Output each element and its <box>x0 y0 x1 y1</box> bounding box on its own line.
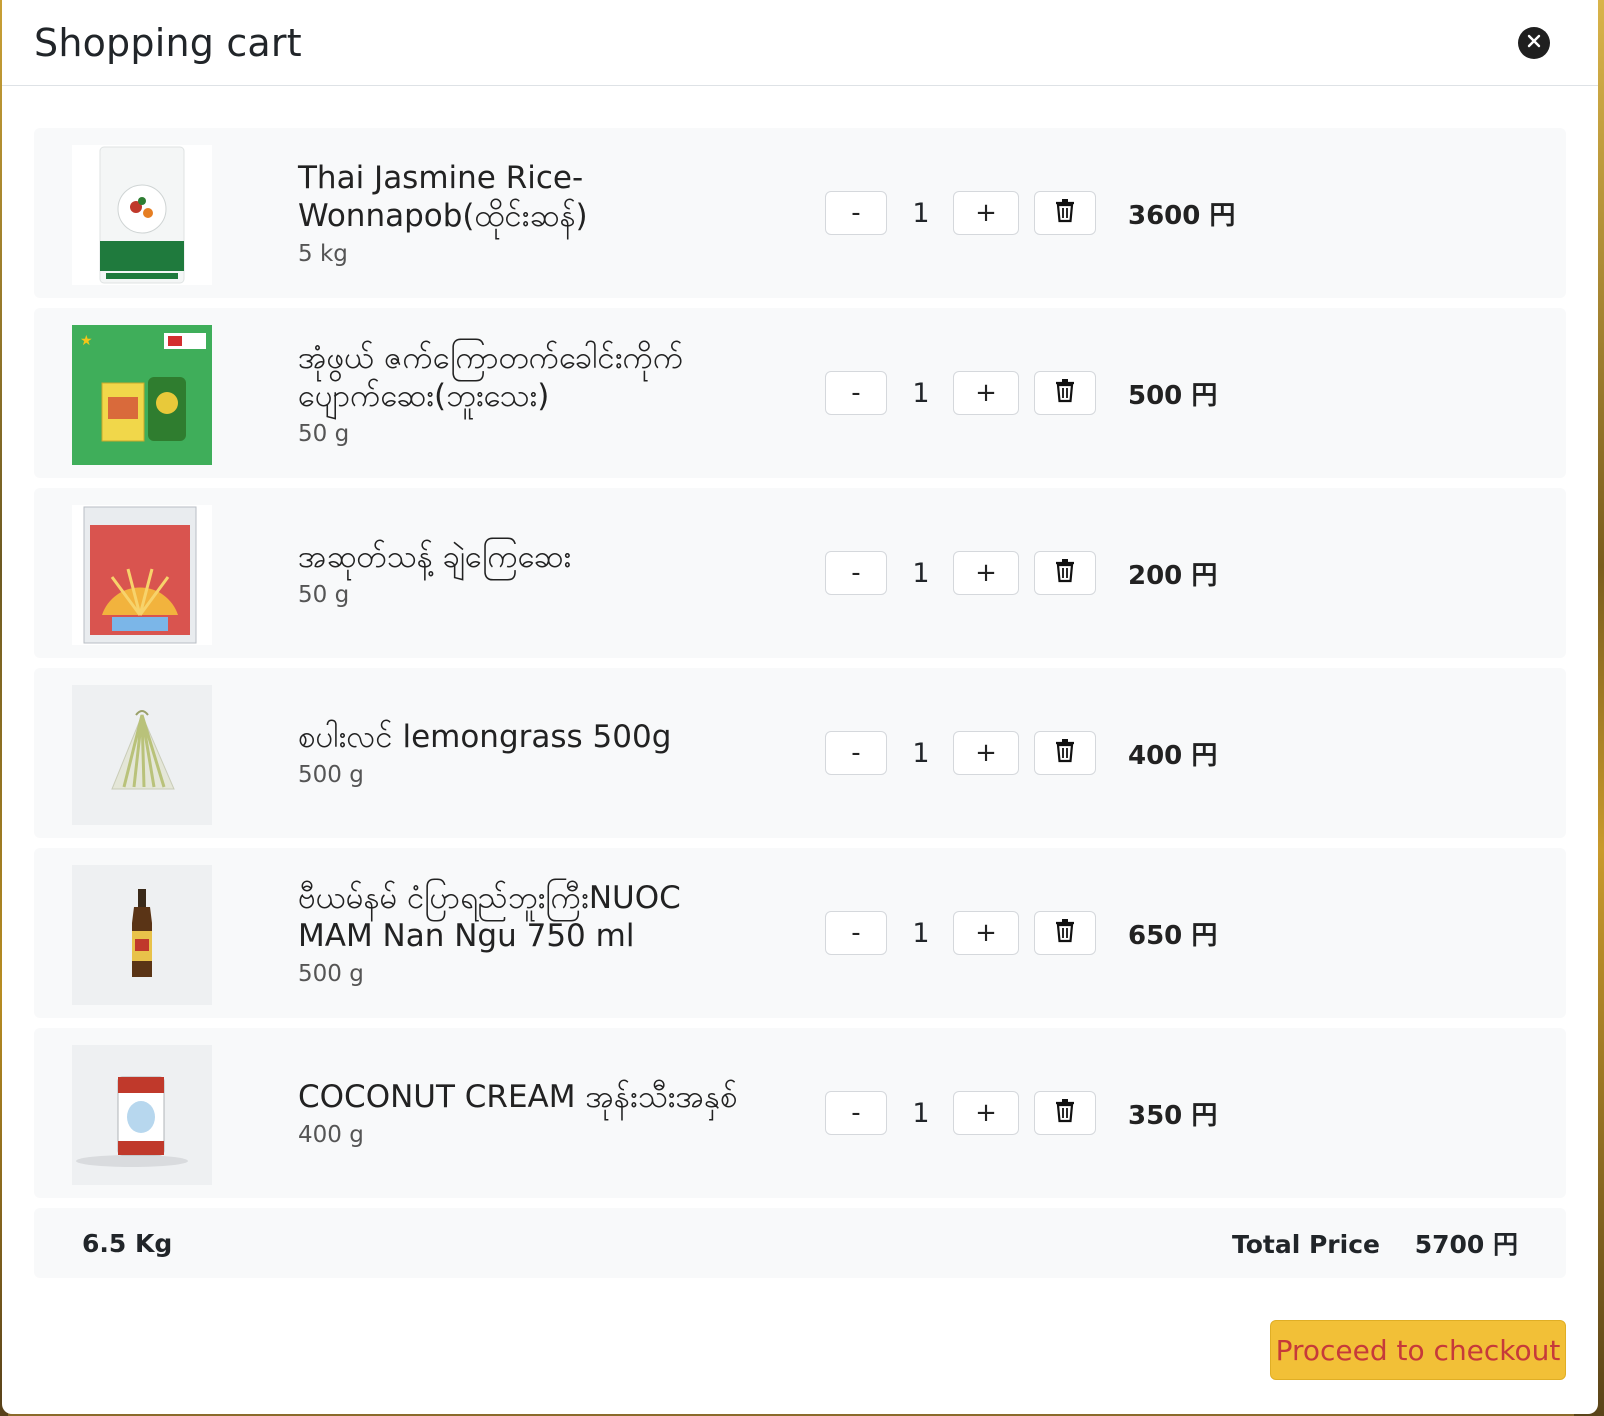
delete-item-button[interactable] <box>1034 1091 1096 1135</box>
product-image-medicine <box>72 505 212 645</box>
item-price: 400 円 <box>1128 740 1218 771</box>
svg-text:★: ★ <box>80 333 93 349</box>
item-info: Thai Jasmine Rice- Wonnapob(ထိုင်းဆန်) 5 … <box>298 128 818 298</box>
proceed-to-checkout-button[interactable]: Proceed to checkout <box>1270 1320 1566 1380</box>
product-image-rice <box>72 145 212 285</box>
delete-item-button[interactable] <box>1034 551 1096 595</box>
item-price: 3600 円 <box>1128 200 1236 231</box>
quantity-increase-button[interactable]: + <box>953 371 1019 415</box>
item-info: အုံဖွယ် ဇက်ကြောတက်ခေါင်းကိုက် ပျောက်ဆေး(ဘ… <box>298 308 818 478</box>
quantity-value: 1 <box>912 737 930 769</box>
total-price-group: Total Price 5700 円 <box>1206 1225 1518 1261</box>
close-icon <box>1526 33 1542 53</box>
cart-item: Thai Jasmine Rice- Wonnapob(ထိုင်းဆန်) 5 … <box>34 128 1566 298</box>
total-price-label: Total Price <box>1231 1230 1380 1259</box>
cart-item: ★ အုံဖွယ် ဇက်ကြောတက်ခေါင်းကိုက် ပျောက်ဆေး… <box>34 308 1566 478</box>
shopping-cart-modal: Shopping cart Thai Jasmine Rice- Wonnapo… <box>2 0 1598 1414</box>
close-button[interactable] <box>1518 26 1550 59</box>
trash-icon <box>1053 377 1077 410</box>
quantity-value: 1 <box>912 377 930 409</box>
quantity-decrease-button[interactable]: - <box>825 911 887 955</box>
trash-icon <box>1053 737 1077 770</box>
total-price-value: 5700 円 <box>1414 1230 1518 1259</box>
item-weight: 500 g <box>298 961 364 987</box>
delete-item-button[interactable] <box>1034 911 1096 955</box>
item-info: COCONUT CREAM အုန်းသီးအနှစ် 400 g <box>298 1028 818 1198</box>
item-name: Thai Jasmine Rice- Wonnapob(ထိုင်းဆန်) <box>298 160 588 234</box>
cart-list: Thai Jasmine Rice- Wonnapob(ထိုင်းဆန်) 5 … <box>2 86 1598 1278</box>
item-price: 350 円 <box>1128 1100 1218 1131</box>
product-image-fish-sauce <box>72 865 212 1005</box>
delete-item-button[interactable] <box>1034 371 1096 415</box>
cart-summary: 6.5 Kg Total Price 5700 円 <box>34 1208 1566 1278</box>
item-name: ဗီယမ်နမ် ငံပြာရည်ဘူးကြီးNUOC MAM Nan Ngu … <box>298 880 681 954</box>
cart-item: စပါးလင် lemongrass 500g 500 g - 1 + 400 … <box>34 668 1566 838</box>
cart-item: COCONUT CREAM အုန်းသီးအနှစ် 400 g - 1 + … <box>34 1028 1566 1198</box>
cart-item: အဆုတ်သန့် ချဲကြေဆေး 50 g - 1 + 200 円 <box>34 488 1566 658</box>
cart-item: ဗီယမ်နမ် ငံပြာရည်ဘူးကြီးNUOC MAM Nan Ngu … <box>34 848 1566 1018</box>
item-weight: 400 g <box>298 1122 364 1148</box>
item-weight: 50 g <box>298 582 350 608</box>
total-weight: 6.5 Kg <box>82 1228 173 1258</box>
item-price: 500 円 <box>1128 380 1218 411</box>
modal-title: Shopping cart <box>34 20 302 65</box>
quantity-value: 1 <box>912 1097 930 1129</box>
delete-item-button[interactable] <box>1034 731 1096 775</box>
product-image-coconut-cream <box>72 1045 212 1185</box>
quantity-increase-button[interactable]: + <box>953 551 1019 595</box>
item-name: အုံဖွယ် ဇက်ကြောတက်ခေါင်းကိုက် ပျောက်ဆေး(ဘ… <box>298 340 684 414</box>
modal-header: Shopping cart <box>2 0 1598 86</box>
quantity-value: 1 <box>912 917 930 949</box>
product-image-balm: ★ <box>72 325 212 465</box>
item-weight: 500 g <box>298 762 364 788</box>
trash-icon <box>1053 557 1077 590</box>
trash-icon <box>1053 197 1077 230</box>
quantity-increase-button[interactable]: + <box>953 911 1019 955</box>
quantity-decrease-button[interactable]: - <box>825 371 887 415</box>
quantity-decrease-button[interactable]: - <box>825 551 887 595</box>
quantity-increase-button[interactable]: + <box>953 731 1019 775</box>
item-weight: 5 kg <box>298 241 348 267</box>
item-price: 200 円 <box>1128 560 1218 591</box>
product-image-lemongrass <box>72 685 212 825</box>
trash-icon <box>1053 917 1077 950</box>
quantity-decrease-button[interactable]: - <box>825 191 887 235</box>
quantity-value: 1 <box>912 197 930 229</box>
delete-item-button[interactable] <box>1034 191 1096 235</box>
item-name: COCONUT CREAM အုန်းသီးအနှစ် <box>298 1079 738 1115</box>
quantity-decrease-button[interactable]: - <box>825 1091 887 1135</box>
item-info: အဆုတ်သန့် ချဲကြေဆေး 50 g <box>298 488 818 658</box>
item-info: ဗီယမ်နမ် ငံပြာရည်ဘူးကြီးNUOC MAM Nan Ngu … <box>298 848 818 1018</box>
item-weight: 50 g <box>298 421 350 447</box>
quantity-increase-button[interactable]: + <box>953 1091 1019 1135</box>
trash-icon <box>1053 1097 1077 1130</box>
item-name: အဆုတ်သန့် ချဲကြေဆေး <box>298 539 572 575</box>
quantity-decrease-button[interactable]: - <box>825 731 887 775</box>
item-price: 650 円 <box>1128 920 1218 951</box>
quantity-value: 1 <box>912 557 930 589</box>
item-name: စပါးလင် lemongrass 500g <box>298 719 672 755</box>
item-info: စပါးလင် lemongrass 500g 500 g <box>298 668 818 838</box>
quantity-increase-button[interactable]: + <box>953 191 1019 235</box>
